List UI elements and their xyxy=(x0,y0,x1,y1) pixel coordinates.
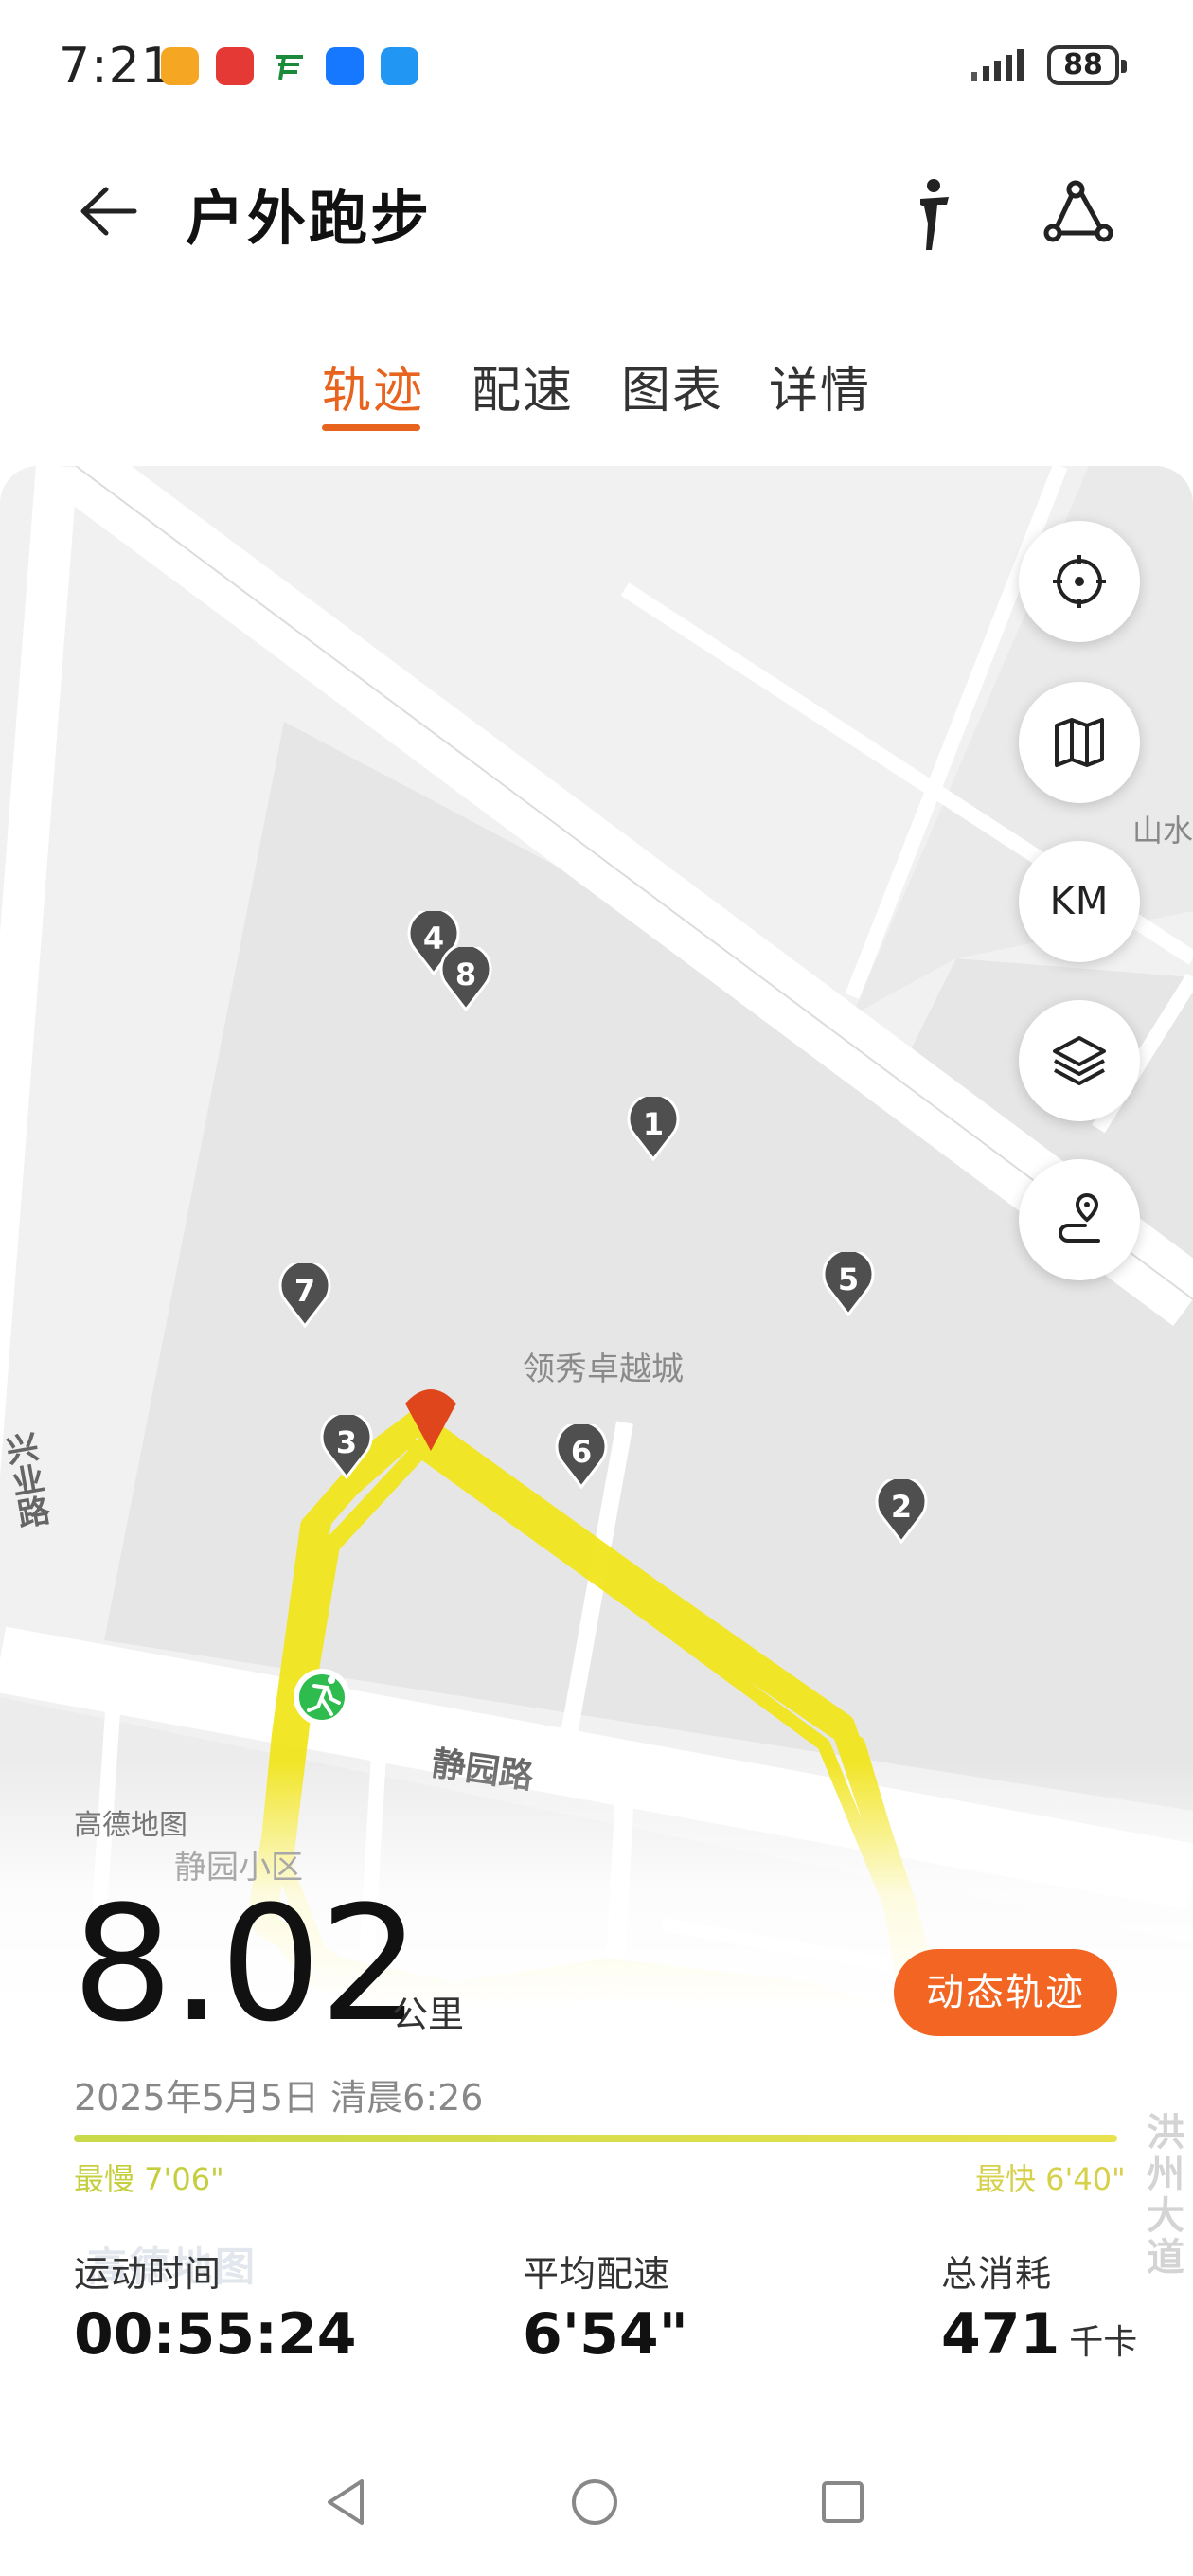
route-replay-button[interactable] xyxy=(1019,1159,1140,1280)
nav-recents-icon[interactable] xyxy=(814,2474,871,2531)
km-marker: 2 xyxy=(875,1479,928,1544)
layers-icon xyxy=(1053,1036,1106,1085)
pace-fastest: 最快 6'40" xyxy=(975,2161,1126,2197)
app-notification-icon xyxy=(161,47,199,85)
tab-details[interactable]: 详情 xyxy=(769,350,871,421)
active-tab-indicator xyxy=(322,424,420,431)
km-marker: 3 xyxy=(320,1415,373,1479)
stat-value-text: 00:55:24 xyxy=(74,2301,357,2368)
km-label: KM xyxy=(1049,880,1110,923)
running-posture-icon[interactable] xyxy=(896,176,971,252)
alipay-notification-icon xyxy=(326,47,364,85)
tab-track[interactable]: 轨迹 xyxy=(322,350,424,421)
stat-label-avg-pace: 平均配速 xyxy=(523,2253,671,2295)
app-notification-icon xyxy=(216,47,254,85)
pace-slowest: 最慢 7'06" xyxy=(74,2161,224,2197)
stat-label-calories: 总消耗 xyxy=(941,2253,1053,2295)
km-marker-number: 2 xyxy=(890,1489,913,1525)
page-title: 户外跑步 xyxy=(186,184,433,253)
crosshair-icon xyxy=(1053,555,1106,608)
route-icon[interactable] xyxy=(1042,176,1117,252)
map-icon xyxy=(1055,718,1104,767)
distance-value: 8.02 xyxy=(72,1871,420,2057)
signal-icon xyxy=(971,49,1024,81)
km-marker: 6 xyxy=(555,1424,608,1489)
back-arrow-icon[interactable] xyxy=(76,178,142,244)
km-marker-number: 6 xyxy=(570,1434,593,1470)
km-marker: 8 xyxy=(439,947,492,1011)
km-marker-number: 1 xyxy=(642,1106,665,1142)
tab-chart[interactable]: 图表 xyxy=(621,350,723,421)
stat-label-duration: 运动时间 xyxy=(74,2253,223,2295)
stat-value-calories: 471 千卡 xyxy=(941,2301,1137,2368)
pace-range-bar xyxy=(74,2135,1117,2142)
stat-value-duration: 00:55:24 xyxy=(74,2301,356,2368)
road-label-east: 山水 xyxy=(1132,813,1193,849)
weather-notification-icon xyxy=(381,47,418,85)
stat-unit: 千卡 xyxy=(1069,2323,1138,2362)
distance-unit: 公里 xyxy=(392,1994,465,2035)
layers-button[interactable] xyxy=(1019,1000,1140,1121)
km-marker: 5 xyxy=(822,1252,875,1316)
road-label-southeast: 洪州大道 xyxy=(1140,2112,1184,2279)
stat-value-text: 471 xyxy=(941,2301,1060,2368)
nav-back-icon[interactable] xyxy=(318,2474,375,2531)
stat-value-text: 6'54" xyxy=(523,2301,688,2368)
stat-value-avg-pace: 6'54" xyxy=(523,2301,688,2368)
tab-pace[interactable]: 配速 xyxy=(472,350,574,421)
status-time: 7:21 xyxy=(59,38,173,95)
km-marker-number: 7 xyxy=(294,1273,316,1309)
km-toggle-button[interactable]: KM xyxy=(1019,841,1140,962)
map-type-button[interactable] xyxy=(1019,682,1140,803)
km-marker: 7 xyxy=(278,1263,331,1328)
locate-button[interactable] xyxy=(1019,521,1140,642)
dynamic-track-button[interactable]: 动态轨迹 xyxy=(894,1949,1117,2036)
km-marker-number: 5 xyxy=(837,1261,860,1297)
route-pin-icon xyxy=(1059,1192,1100,1243)
km-marker: 1 xyxy=(627,1097,680,1161)
area-label: 领秀卓越城 xyxy=(523,1351,684,1388)
battery-indicator: 88 xyxy=(1047,45,1127,85)
postal-notification-icon xyxy=(271,47,309,85)
map-provider-label: 高德地图 xyxy=(74,1809,187,1842)
status-bar: 7:21 88 xyxy=(0,0,1193,133)
nav-home-icon[interactable] xyxy=(566,2474,623,2531)
workout-date: 2025年5月5日 清晨6:26 xyxy=(74,2077,484,2119)
km-marker-number: 3 xyxy=(335,1424,358,1460)
km-marker-number: 8 xyxy=(454,957,477,993)
